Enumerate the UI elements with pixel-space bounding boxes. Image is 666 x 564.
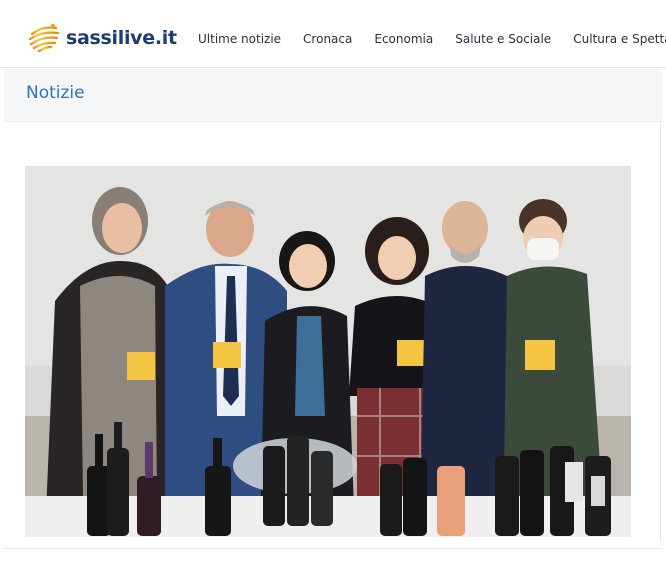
site-header: sassilive.it Ultime notizie Cronaca Econ… xyxy=(0,0,666,68)
nav-item-economia[interactable]: Economia xyxy=(374,32,433,46)
content-divider xyxy=(660,122,661,542)
section-header-bar: Notizie xyxy=(4,69,662,122)
group-photo-illustration xyxy=(25,166,631,537)
site-logo[interactable]: sassilive.it xyxy=(26,18,177,58)
nav-item-cronaca[interactable]: Cronaca xyxy=(303,32,352,46)
nav-item-ultime-notizie[interactable]: Ultime notizie xyxy=(198,32,281,46)
sun-swirl-logo-icon xyxy=(28,23,60,53)
content-bottom-divider xyxy=(4,548,662,549)
section-title: Notizie xyxy=(26,83,85,103)
logo-text: sassilive.it xyxy=(66,27,177,49)
article-photo[interactable] xyxy=(25,166,631,537)
nav-item-salute-e-sociale[interactable]: Salute e Sociale xyxy=(455,32,551,46)
nav-item-cultura-e-spettacoli[interactable]: Cultura e Spettacoli xyxy=(573,32,666,46)
main-nav: Ultime notizie Cronaca Economia Salute e… xyxy=(198,32,666,46)
